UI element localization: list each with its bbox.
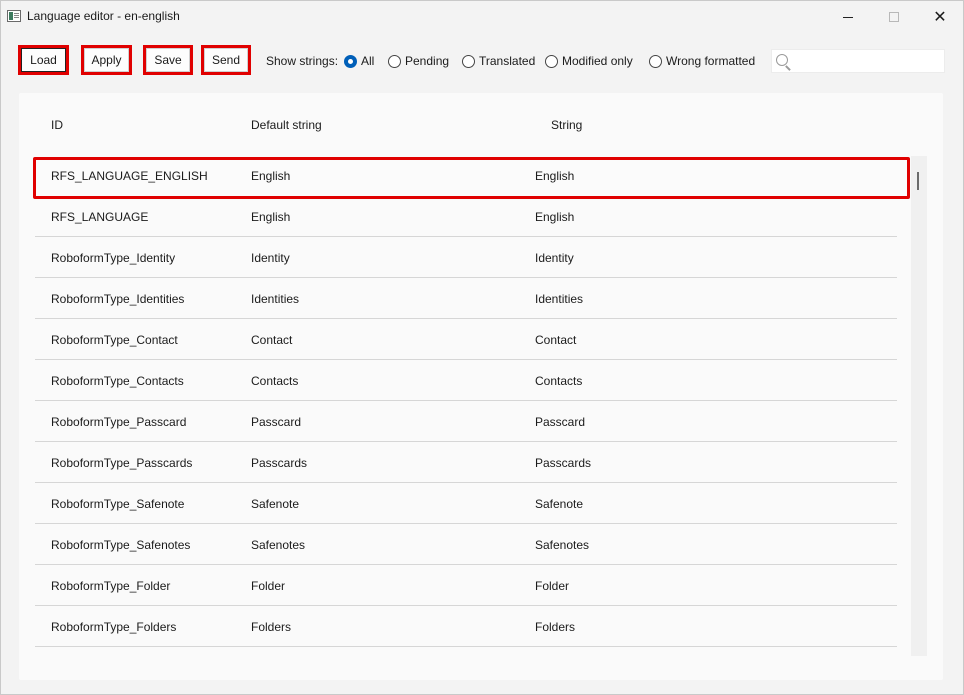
table-row[interactable]: RoboformType_Passcards Passcards Passcar… bbox=[35, 442, 897, 483]
cell-default-string: Safenotes bbox=[251, 538, 306, 552]
send-button-label: Send bbox=[204, 48, 248, 72]
table-row[interactable]: RoboformType_Folders Folders Folders bbox=[35, 606, 897, 647]
window-title: Language editor - en-english bbox=[27, 9, 180, 23]
cell-default-string: Passcard bbox=[251, 415, 302, 429]
cell-default-string: Contacts bbox=[251, 374, 299, 388]
filter-radio-label: Pending bbox=[405, 54, 450, 68]
cell-default-string: Passcards bbox=[251, 456, 308, 470]
cell-string[interactable]: English bbox=[535, 210, 574, 224]
maximize-icon bbox=[889, 12, 899, 22]
cell-default-string: Contact bbox=[251, 333, 293, 347]
filter-radio-label: All bbox=[361, 54, 375, 68]
table-row[interactable]: RoboformType_Contacts Contacts Contacts bbox=[35, 360, 897, 401]
cell-id: RFS_LANGUAGE bbox=[51, 210, 149, 224]
cell-string[interactable]: Folder bbox=[535, 579, 569, 593]
load-button-label: Load bbox=[21, 48, 66, 72]
cell-id: RFS_LANGUAGE_ENGLISH bbox=[51, 169, 208, 183]
close-icon: ✕ bbox=[933, 9, 947, 26]
cell-string[interactable]: English bbox=[535, 169, 574, 183]
cell-string[interactable]: Safenote bbox=[535, 497, 583, 511]
cell-string[interactable]: Contact bbox=[535, 333, 576, 347]
cell-string[interactable]: Passcard bbox=[535, 415, 585, 429]
scroll-thumb[interactable] bbox=[917, 172, 919, 190]
filter-radio-pending[interactable]: Pending bbox=[388, 54, 449, 68]
cell-id: RoboformType_Identity bbox=[51, 251, 176, 265]
cell-id: RoboformType_Passcards bbox=[51, 456, 193, 470]
send-button[interactable]: Send bbox=[201, 45, 251, 75]
table-row[interactable]: RoboformType_Contact Contact Contact bbox=[35, 319, 897, 360]
table-row[interactable]: RoboformType_Safenote Safenote Safenote bbox=[35, 483, 897, 524]
filter-radio-modified-only[interactable]: Modified only bbox=[545, 54, 633, 68]
filter-radio-label: Modified only bbox=[562, 54, 633, 68]
cell-id: RoboformType_Folders bbox=[51, 620, 177, 634]
table-body: RFS_LANGUAGE_ENGLISH English English RFS… bbox=[33, 155, 910, 647]
cell-string[interactable]: Safenotes bbox=[535, 538, 589, 552]
cell-string[interactable]: Passcards bbox=[535, 456, 591, 470]
cell-string[interactable]: Identity bbox=[535, 251, 574, 265]
strings-table: ID Default string String RFS_LANGUAGE_EN… bbox=[19, 93, 943, 680]
search-box bbox=[771, 49, 945, 73]
radio-unchecked-icon bbox=[388, 54, 401, 68]
close-button[interactable]: ✕ bbox=[917, 1, 963, 33]
search-icon bbox=[776, 54, 788, 66]
title-bar: Language editor - en-english ✕ bbox=[1, 1, 963, 33]
show-strings-label: Show strings: bbox=[266, 54, 339, 68]
app-icon bbox=[7, 10, 21, 22]
load-button[interactable]: Load bbox=[18, 45, 69, 75]
radio-unchecked-icon bbox=[545, 54, 558, 68]
cell-string[interactable]: Folders bbox=[535, 620, 575, 634]
table-row[interactable]: RoboformType_Folder Folder Folder bbox=[35, 565, 897, 606]
minimize-icon bbox=[843, 16, 853, 18]
filter-radio-wrong-formatted[interactable]: Wrong formatted bbox=[649, 54, 755, 68]
cell-id: RoboformType_Passcard bbox=[51, 415, 187, 429]
cell-id: RoboformType_Contacts bbox=[51, 374, 184, 388]
table-row[interactable]: RoboformType_Identity Identity Identity bbox=[35, 237, 897, 278]
cell-default-string: Folders bbox=[251, 620, 292, 634]
language-editor-window: Language editor - en-english ✕ Load Appl… bbox=[0, 0, 964, 695]
cell-id: RoboformType_Folder bbox=[51, 579, 171, 593]
radio-unchecked-icon bbox=[462, 54, 475, 68]
cell-string[interactable]: Contacts bbox=[535, 374, 582, 388]
apply-button-label: Apply bbox=[84, 48, 129, 72]
radio-checked-icon bbox=[344, 54, 357, 68]
save-button-label: Save bbox=[146, 48, 190, 72]
filter-radio-translated[interactable]: Translated bbox=[462, 54, 535, 68]
table-row[interactable]: RoboformType_Identities Identities Ident… bbox=[35, 278, 897, 319]
cell-default-string: English bbox=[251, 169, 291, 183]
cell-default-string: Folder bbox=[251, 579, 286, 593]
filter-radio-label: Translated bbox=[479, 54, 536, 68]
cell-id: RoboformType_Identities bbox=[51, 292, 185, 306]
minimize-button[interactable] bbox=[825, 1, 871, 33]
search-input[interactable] bbox=[796, 52, 942, 70]
table-row[interactable]: RoboformType_Passcard Passcard Passcard bbox=[35, 401, 897, 442]
apply-button[interactable]: Apply bbox=[81, 45, 132, 75]
maximize-button[interactable] bbox=[871, 1, 917, 33]
cell-default-string: Safenote bbox=[251, 497, 300, 511]
cell-default-string: Identity bbox=[251, 251, 290, 265]
vertical-scrollbar[interactable] bbox=[911, 156, 927, 656]
cell-id: RoboformType_Contact bbox=[51, 333, 178, 347]
cell-id: RoboformType_Safenotes bbox=[51, 538, 191, 552]
table-row[interactable]: RFS_LANGUAGE English English bbox=[35, 196, 897, 237]
column-header-string[interactable]: String bbox=[551, 118, 582, 132]
cell-id: RoboformType_Safenote bbox=[51, 497, 185, 511]
cell-default-string: English bbox=[251, 210, 291, 224]
radio-unchecked-icon bbox=[649, 54, 662, 68]
filter-radio-all[interactable]: All bbox=[344, 54, 374, 68]
cell-default-string: Identities bbox=[251, 292, 300, 306]
table-row[interactable]: RoboformType_Safenotes Safenotes Safenot… bbox=[35, 524, 897, 565]
cell-string[interactable]: Identities bbox=[535, 292, 583, 306]
table-row-selected[interactable]: RFS_LANGUAGE_ENGLISH English English bbox=[33, 155, 910, 199]
filter-radio-label: Wrong formatted bbox=[666, 54, 756, 68]
save-button[interactable]: Save bbox=[143, 45, 193, 75]
column-header-id[interactable]: ID bbox=[51, 118, 63, 132]
column-header-default-string[interactable]: Default string bbox=[251, 118, 322, 132]
